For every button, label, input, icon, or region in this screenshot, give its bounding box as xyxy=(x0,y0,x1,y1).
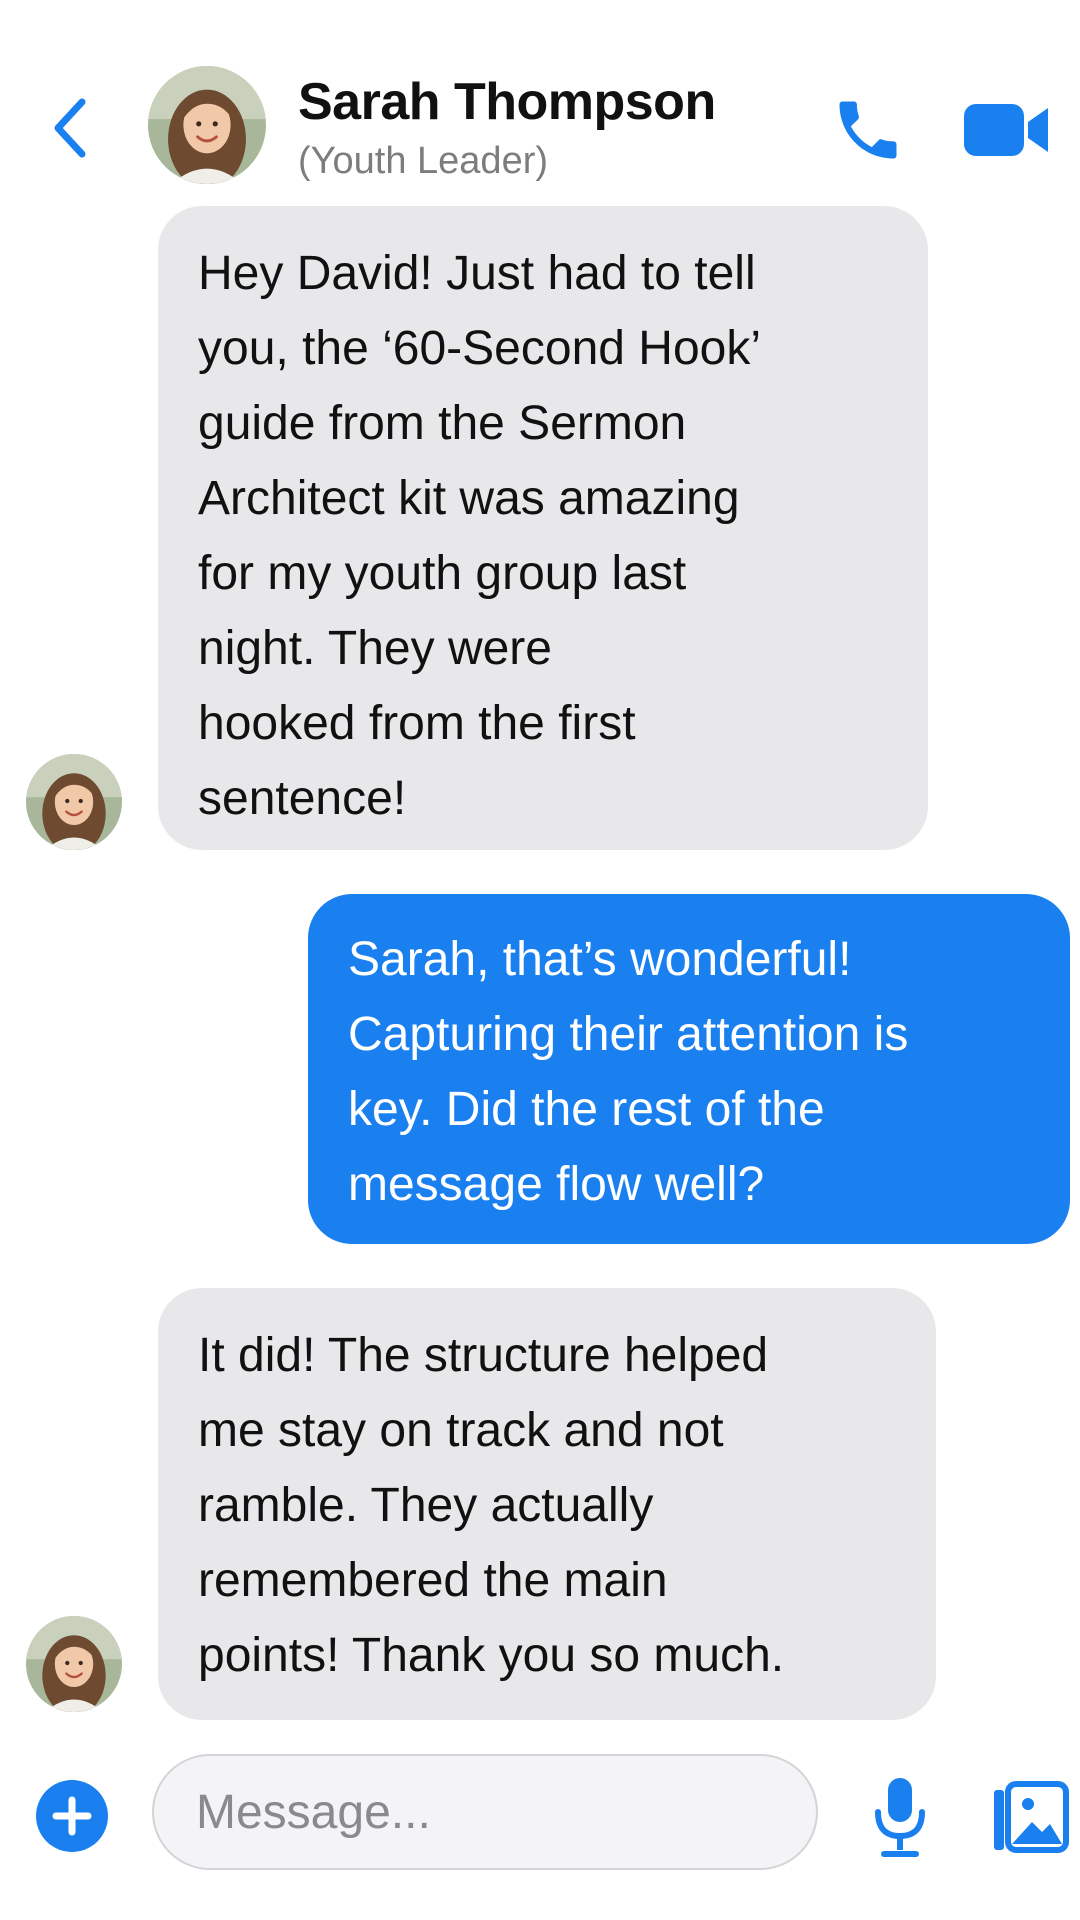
outgoing-message-bubble[interactable]: Sarah, that’s wonderful! Capturing their… xyxy=(308,894,1070,1244)
message-line: message flow well? xyxy=(348,1158,765,1211)
message-line: guide from the Sermon xyxy=(198,397,687,450)
call-button[interactable] xyxy=(830,92,906,168)
message-line: It did! The structure helped xyxy=(198,1329,769,1382)
message-line: you, the ‘60-Second Hook’ xyxy=(198,322,762,375)
incoming-message-bubble[interactable]: It did! The structure helped me stay on … xyxy=(158,1288,936,1720)
contact-role: (Youth Leader) xyxy=(298,140,549,182)
contact-name: Sarah Thompson xyxy=(298,73,716,131)
add-attachment-button[interactable] xyxy=(36,1780,108,1852)
sender-avatar xyxy=(26,754,122,850)
message-line: Sarah, that’s wonderful! xyxy=(348,933,852,986)
message-composer xyxy=(0,1740,1080,1920)
message-line: ramble. They actually xyxy=(198,1479,654,1532)
voice-message-button[interactable] xyxy=(870,1774,930,1864)
message-input[interactable] xyxy=(152,1754,818,1870)
message-line: Capturing their attention is xyxy=(348,1008,909,1061)
message-line: Hey David! Just had to tell xyxy=(198,247,756,300)
message-line: remembered the main xyxy=(198,1554,668,1607)
photo-gallery-icon xyxy=(994,1781,1069,1853)
incoming-message-bubble[interactable]: Hey David! Just had to tell you, the ‘60… xyxy=(158,206,928,850)
microphone-icon xyxy=(875,1778,925,1857)
phone-icon xyxy=(839,101,897,159)
chat-header: Sarah Thompson (Youth Leader) xyxy=(0,0,1080,200)
message-line: Architect kit was amazing xyxy=(198,472,740,525)
video-call-button[interactable] xyxy=(962,98,1052,162)
message-line: key. Did the rest of the xyxy=(348,1083,825,1136)
plus-icon xyxy=(52,1796,92,1836)
back-button[interactable] xyxy=(40,88,100,168)
message-line: me stay on track and not xyxy=(198,1404,724,1457)
message-line: hooked from the first xyxy=(198,697,636,750)
message-line: for my youth group last xyxy=(198,547,687,600)
photo-gallery-button[interactable] xyxy=(990,1778,1070,1858)
contact-avatar[interactable] xyxy=(148,66,266,184)
message-line: sentence! xyxy=(198,772,407,825)
sender-avatar xyxy=(26,1616,122,1712)
message-line: points! Thank you so much. xyxy=(198,1629,785,1682)
video-camera-icon xyxy=(964,104,1048,156)
chevron-left-icon xyxy=(54,98,86,158)
message-line: night. They were xyxy=(198,622,552,675)
